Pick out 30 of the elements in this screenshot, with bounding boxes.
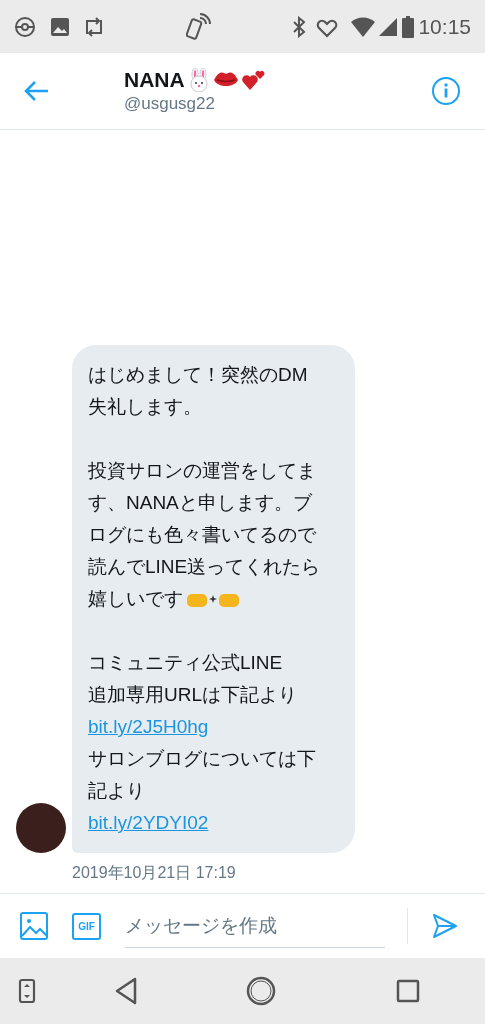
image-icon[interactable] — [20, 912, 48, 940]
wifi-icon — [350, 15, 377, 38]
rotate-screen-icon[interactable] — [18, 978, 36, 1004]
recents-icon[interactable] — [396, 979, 420, 1003]
message-text: 嬉しいです — [88, 588, 183, 609]
message-text: 投資サロンの運営をしてます、NANAと申します。ブログにも色々書いてるので読んでLINE送ってくれたら — [88, 459, 322, 579]
message-text: サロンブログについては下記より — [88, 747, 317, 803]
back-arrow-icon[interactable] — [24, 80, 50, 102]
home-icon[interactable] — [246, 976, 276, 1006]
image-icon — [50, 16, 70, 37]
bluetooth-icon — [292, 15, 307, 38]
contact-name: NANA — [124, 67, 185, 93]
hearts-icon — [240, 68, 267, 92]
send-icon[interactable] — [432, 913, 458, 939]
info-icon[interactable] — [431, 76, 461, 106]
battery-icon — [402, 15, 415, 38]
status-time: 10:15 — [418, 13, 471, 40]
message-text: コミュニティ公式LINE 追加専用URLは下記より — [88, 651, 298, 707]
signal-icon — [378, 16, 399, 37]
pokeball-icon — [14, 15, 36, 38]
message-text: はじめまして！突然のDM 失礼します。 — [88, 363, 309, 419]
contact-handle: @usgusg22 — [124, 93, 216, 115]
link[interactable]: bit.ly/2YDYI02 — [88, 812, 209, 833]
link[interactable]: bit.ly/2J5H0hg — [88, 716, 209, 737]
gif-button[interactable]: GIF — [72, 912, 101, 940]
message-input[interactable]: メッセージを作成 — [125, 904, 385, 948]
avatar[interactable] — [16, 803, 66, 853]
back-icon[interactable] — [114, 977, 138, 1005]
message-timestamp: 2019年10月21日 17:19 — [72, 863, 237, 883]
phone-nfc-icon — [186, 11, 212, 42]
